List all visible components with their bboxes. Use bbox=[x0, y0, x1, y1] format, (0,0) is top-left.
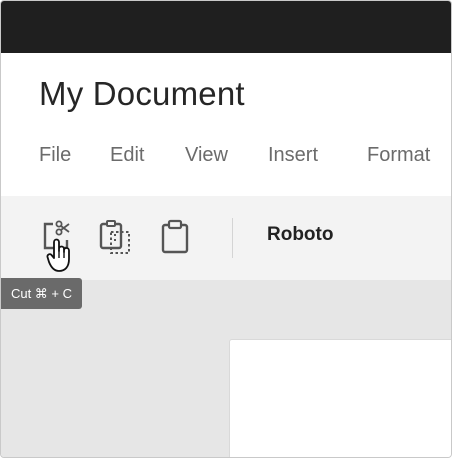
toolbar-divider bbox=[232, 218, 233, 258]
copy-button[interactable] bbox=[98, 218, 132, 256]
font-selector[interactable]: Roboto bbox=[267, 224, 333, 246]
menu-bar: File Edit View Insert Format bbox=[1, 144, 451, 168]
menu-file[interactable]: File bbox=[39, 144, 71, 167]
app-window: My Document File Edit View Insert Format bbox=[0, 0, 452, 458]
menu-insert[interactable]: Insert bbox=[268, 144, 318, 167]
menu-edit[interactable]: Edit bbox=[110, 144, 144, 167]
hand-pointer-cursor-icon bbox=[46, 238, 74, 274]
cut-tooltip: Cut ⌘ + C bbox=[1, 278, 82, 309]
top-bar bbox=[1, 1, 451, 53]
document-title[interactable]: My Document bbox=[39, 75, 245, 113]
paste-icon bbox=[161, 219, 189, 254]
paste-button[interactable] bbox=[159, 218, 193, 256]
document-page[interactable] bbox=[229, 339, 451, 457]
menu-format[interactable]: Format bbox=[367, 144, 430, 167]
copy-icon bbox=[99, 220, 130, 254]
menu-view[interactable]: View bbox=[185, 144, 228, 167]
